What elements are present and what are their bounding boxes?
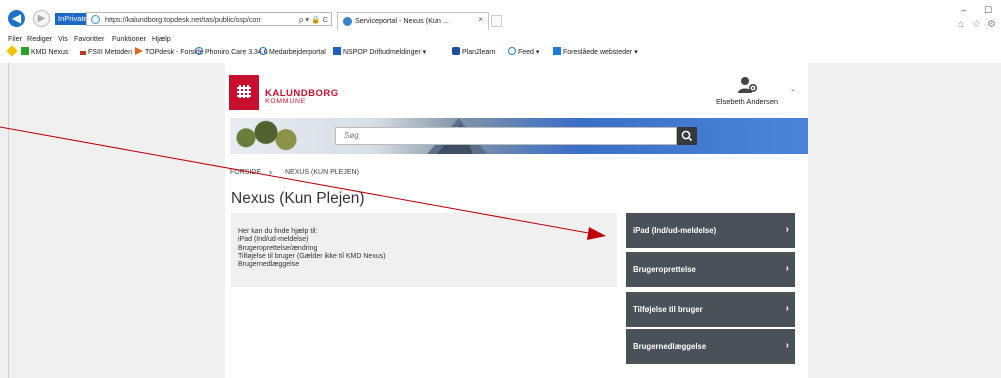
menu-bar: Filer Rediger Vis Favoritter Funktioner … (0, 33, 1001, 44)
service-portal-page: KALUNDBORG KOMMUNE Elsebeth Andersen ⌄ S… (225, 63, 808, 378)
ipad-button[interactable]: iPad (Ind/ud-meldelse) › (626, 213, 795, 248)
search-button[interactable] (677, 127, 697, 145)
fav-fsiii[interactable]: FSIII Metoden (80, 47, 132, 59)
fsiii-icon (80, 51, 86, 55)
plan2learn-icon (452, 47, 460, 55)
forward-button[interactable]: ▶ (33, 10, 50, 27)
breadcrumb-separator-icon: › (269, 167, 272, 177)
menu-item-vis[interactable]: Vis (58, 33, 68, 44)
nspop-icon (333, 47, 341, 55)
address-bar[interactable]: https://kalundborg.topdesk.net/tas/publi… (86, 12, 332, 26)
chevron-down-icon[interactable]: ⌄ (790, 85, 796, 93)
fav-medarbejderportal[interactable]: Medarbejderportal (259, 47, 326, 59)
menu-item-hjaelp[interactable]: Hjælp (152, 33, 171, 44)
menu-item-rediger[interactable]: Rediger (27, 33, 52, 44)
brugeroprettelse-button[interactable]: Brugeroprettelse › (626, 252, 795, 287)
info-line: Tilføjelse til bruger (Gælder ikke til K… (238, 252, 386, 260)
info-box: Her kan du finde hjælp til: iPad (Ind/ud… (231, 213, 617, 287)
fav-kmd-nexus[interactable]: KMD Nexus (21, 47, 68, 59)
fav-phoniro[interactable]: Phoniro Care 3.34.6 (195, 47, 268, 59)
url-text[interactable]: https://kalundborg.topdesk.net/tas/publi… (105, 14, 261, 25)
fav-topdesk[interactable]: TOPdesk - Forside (135, 47, 204, 59)
action-label: Tilføjelse til bruger (633, 305, 703, 314)
gear-icon[interactable]: ⚙ (987, 19, 996, 30)
home-icon[interactable]: ⌂ (958, 19, 964, 30)
favorites-star-icon[interactable]: ☆ (972, 19, 981, 30)
user-settings-icon[interactable] (738, 76, 758, 94)
page-gutter-right (808, 63, 1001, 378)
search-input[interactable]: Søg (335, 127, 677, 145)
screenshot-frame: ◀ ▶ InPrivate https://kalundborg.topdesk… (0, 0, 1001, 378)
page-title: Nexus (Kun Plejen) (231, 190, 365, 207)
chevron-right-icon: › (785, 263, 789, 274)
tilfoejelse-til-bruger-button[interactable]: Tilføjelse til bruger › (626, 292, 795, 327)
breadcrumb-current: NEXUS (KUN PLEJEN) (285, 169, 359, 176)
fav-feed[interactable]: Feed ▾ (508, 47, 539, 59)
new-tab-button[interactable] (491, 15, 502, 27)
search-icon (681, 130, 693, 142)
fav-label: Feed ▾ (518, 49, 540, 56)
fav-foreslaaede[interactable]: Foreslåede websteder ▾ (553, 47, 638, 59)
chevron-right-icon: › (785, 303, 789, 314)
info-line: Brugeroprettelse/ændring (238, 244, 318, 252)
topdesk-icon (135, 47, 143, 55)
fav-label: FSIII Metoden (88, 49, 132, 56)
tab-close-icon[interactable]: × (478, 15, 483, 24)
site-icon (91, 15, 100, 24)
action-label: Brugernedlæggelse (633, 342, 707, 351)
fav-label: Plan2learn (462, 49, 496, 56)
logo-subtitle: KOMMUNE (265, 98, 307, 105)
crown-icon (237, 85, 251, 98)
kmd-nexus-icon (21, 47, 29, 55)
header-banner: Søg (230, 118, 808, 154)
menu-item-favoritter[interactable]: Favoritter (74, 33, 104, 44)
divider (8, 63, 9, 378)
favorites-add-icon[interactable] (6, 45, 18, 59)
browser-tab[interactable]: Serviceportal - Nexus (Kun ... × (337, 12, 489, 30)
fav-label: Medarbejderportal (269, 49, 326, 56)
user-name[interactable]: Elsebeth Andersen (716, 97, 778, 106)
page-gutter-left (0, 63, 225, 378)
chevron-right-icon: › (785, 340, 789, 351)
action-label: Brugeroprettelse (633, 265, 696, 274)
menu-item-funktioner[interactable]: Funktioner (112, 33, 146, 44)
ie-page-icon (259, 47, 267, 55)
tab-favicon-icon (343, 17, 352, 26)
menu-item-filer[interactable]: Filer (8, 33, 22, 44)
breadcrumb-home-link[interactable]: FORSIDE (230, 169, 261, 176)
fav-label: Foreslåede websteder ▾ (563, 49, 638, 56)
favorites-bar: KMD Nexus FSIII Metoden TOPdesk - Forsid… (0, 45, 1001, 60)
maximize-button[interactable]: ☐ (984, 5, 992, 16)
action-label: iPad (Ind/ud-meldelse) (633, 226, 717, 235)
fav-plan2learn[interactable]: Plan2learn (452, 47, 495, 59)
fav-label: KMD Nexus (31, 49, 69, 56)
bing-icon (553, 47, 561, 55)
info-line: iPad (Ind/ud-meldelse) (238, 236, 309, 244)
fav-nspop[interactable]: NSPOP Driftudmeldinger ▾ (333, 47, 426, 59)
back-button[interactable]: ◀ (8, 10, 25, 27)
brugernedlaeggelse-button[interactable]: Brugernedlæggelse › (626, 329, 795, 364)
tab-title: Serviceportal - Nexus (Kun ... (355, 16, 449, 25)
minimize-button[interactable]: – (961, 5, 966, 15)
fav-label: NSPOP Driftudmeldinger ▾ (343, 49, 427, 56)
banner-trees-image (230, 118, 310, 154)
info-line: Her kan du finde hjælp til: (238, 228, 318, 235)
kalundborg-logo[interactable] (229, 75, 259, 110)
address-bar-tools[interactable]: ρ ▾ 🔒 C (299, 14, 328, 25)
info-line: Brugernedlæggelse (238, 261, 300, 269)
ie-page-icon (195, 47, 203, 55)
chevron-right-icon: › (785, 224, 789, 235)
ie-page-icon (508, 47, 516, 55)
browser-address-row: ◀ ▶ InPrivate https://kalundborg.topdesk… (0, 0, 1001, 33)
